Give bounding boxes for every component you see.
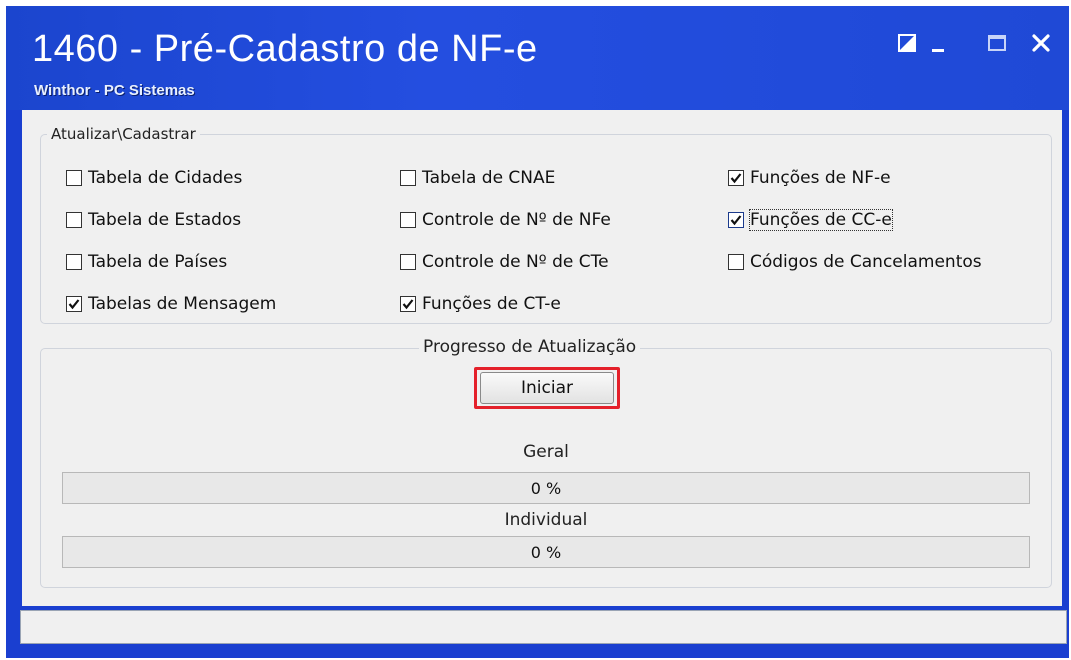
checkbox-box[interactable] [400, 170, 416, 186]
checkbox-box[interactable] [66, 170, 82, 186]
client-area: Atualizar\Cadastrar Tabela de Cidades Ta… [22, 110, 1062, 606]
status-bar [20, 610, 1067, 644]
checkbox-label: Controle de Nº de NFe [422, 210, 611, 230]
checkbox-label: Códigos de Cancelamentos [750, 252, 982, 272]
checkbox-funcoes-nfe[interactable]: Funções de NF-e [728, 168, 891, 188]
title-bar[interactable]: 1460 - Pré-Cadastro de NF-e Winthor - PC… [6, 6, 1069, 110]
checkbox-box[interactable] [400, 254, 416, 270]
checkbox-box[interactable] [728, 170, 744, 186]
checkbox-label: Controle de Nº de CTe [422, 252, 609, 272]
individual-progress-bar: 0 % [62, 536, 1030, 568]
window-subtitle: Winthor - PC Sistemas [34, 82, 195, 99]
checkbox-label: Funções de NF-e [750, 168, 891, 188]
progress-group-label: Progresso de Atualização [419, 337, 641, 357]
checkbox-funcoes-cte[interactable]: Funções de CT-e [400, 294, 561, 314]
checkbox-tabela-cidades[interactable]: Tabela de Cidades [66, 168, 242, 188]
checkbox-box[interactable] [66, 254, 82, 270]
checkbox-tabela-estados[interactable]: Tabela de Estados [66, 210, 241, 230]
checkbox-tabela-paises[interactable]: Tabela de Países [66, 252, 227, 272]
update-group-label: Atualizar\Cadastrar [47, 125, 200, 143]
checkbox-box[interactable] [66, 212, 82, 228]
checkbox-box[interactable] [728, 212, 744, 228]
checkbox-label: Tabela de CNAE [422, 168, 556, 188]
checkbox-box[interactable] [66, 296, 82, 312]
minimize-icon[interactable] [928, 32, 950, 54]
checkmark-icon [402, 299, 414, 310]
start-button[interactable]: Iniciar [480, 372, 614, 404]
checkbox-tabelas-mensagem[interactable]: Tabelas de Mensagem [66, 294, 276, 314]
general-progress-label: Geral [523, 442, 569, 462]
individual-progress-text: 0 % [530, 542, 562, 562]
general-progress-bar: 0 % [62, 472, 1030, 504]
restore-icon[interactable] [896, 32, 918, 54]
app-window: 1460 - Pré-Cadastro de NF-e Winthor - PC… [6, 6, 1069, 658]
checkbox-label: Tabela de Estados [88, 210, 242, 230]
checkbox-box[interactable] [400, 296, 416, 312]
checkbox-label: Tabela de Cidades [88, 168, 243, 188]
checkbox-label: Tabela de Países [88, 252, 228, 272]
checkbox-label: Tabelas de Mensagem [88, 294, 277, 314]
checkmark-icon [730, 215, 742, 226]
checkmark-icon [68, 299, 80, 310]
close-icon[interactable] [1030, 32, 1052, 54]
checkbox-codigos-cancelamentos[interactable]: Códigos de Cancelamentos [728, 252, 982, 272]
checkbox-box[interactable] [728, 254, 744, 270]
checkbox-controle-nfe[interactable]: Controle de Nº de NFe [400, 210, 611, 230]
checkmark-icon [730, 173, 742, 184]
checkbox-funcoes-cce[interactable]: Funções de CC-e [728, 209, 893, 231]
checkbox-label: Funções de CT-e [422, 294, 561, 314]
general-progress-text: 0 % [530, 478, 562, 498]
window-title: 1460 - Pré-Cadastro de NF-e [32, 28, 538, 70]
checkbox-tabela-cnae[interactable]: Tabela de CNAE [400, 168, 555, 188]
checkbox-box[interactable] [400, 212, 416, 228]
individual-progress-label: Individual [504, 510, 588, 530]
checkbox-controle-cte[interactable]: Controle de Nº de CTe [400, 252, 609, 272]
checkbox-label: Funções de CC-e [749, 209, 893, 231]
maximize-icon[interactable] [986, 32, 1008, 54]
